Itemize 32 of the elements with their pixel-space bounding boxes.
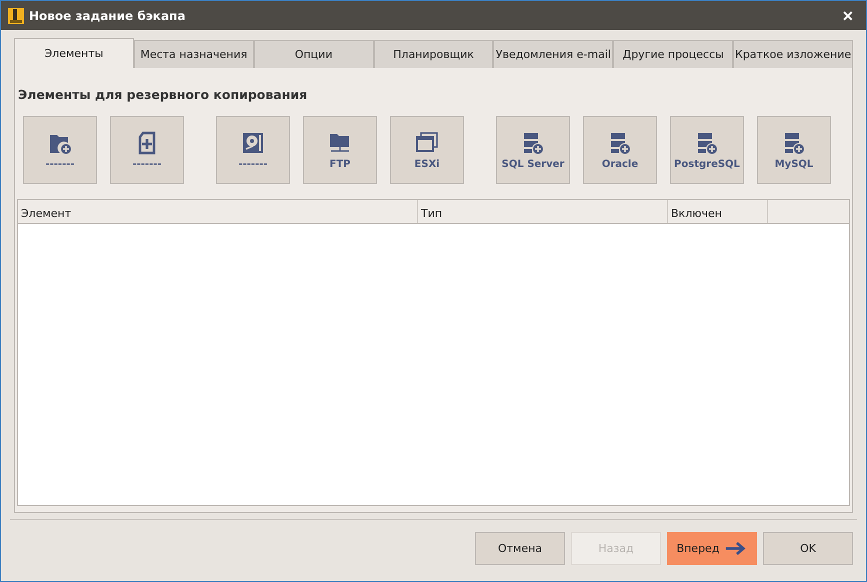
source-tile-button[interactable]: ------- [23,116,97,184]
dialog-button[interactable]: Отмена [475,532,565,565]
source-tile-button[interactable]: ------- [216,116,290,184]
tab[interactable]: Элементы [14,38,134,68]
section-title: Элементы для резервного копирования [17,86,308,102]
source-tile-button[interactable]: SQL Server [496,116,570,184]
close-button[interactable]: ✕ [836,8,860,24]
tab[interactable]: Другие процессы [613,40,734,68]
column-header[interactable]: Тип [418,200,668,223]
tab[interactable]: Планировщик [374,40,494,68]
database-plus-icon [695,130,719,154]
arrow-right-icon [725,542,748,555]
tab[interactable]: Краткое изложение [733,40,854,68]
source-tile-button[interactable]: PostgreSQL [670,116,744,184]
database-plus-icon [608,130,632,154]
dialog-button[interactable]: OK [763,532,853,565]
tab[interactable]: Уведомления e-mail [493,40,614,68]
source-tile-button[interactable]: Oracle [583,116,657,184]
database-plus-icon [521,130,545,154]
dialog-button[interactable]: Вперед [667,532,757,565]
source-tile-button[interactable]: MySQL [757,116,831,184]
database-plus-icon [782,130,806,154]
app-icon [8,8,24,24]
column-header[interactable]: Включен [668,200,768,223]
tab[interactable]: Опции [254,40,374,68]
tab[interactable]: Места назначения [134,40,254,68]
source-tile-button[interactable]: FTP [303,116,377,184]
window-title: Новое задание бэкапа [29,8,186,22]
source-tile-button[interactable]: ESXi [390,116,464,184]
source-tile-button[interactable]: ------- [110,116,184,184]
column-header[interactable]: Элемент [18,200,418,223]
windows-icon [415,130,439,154]
